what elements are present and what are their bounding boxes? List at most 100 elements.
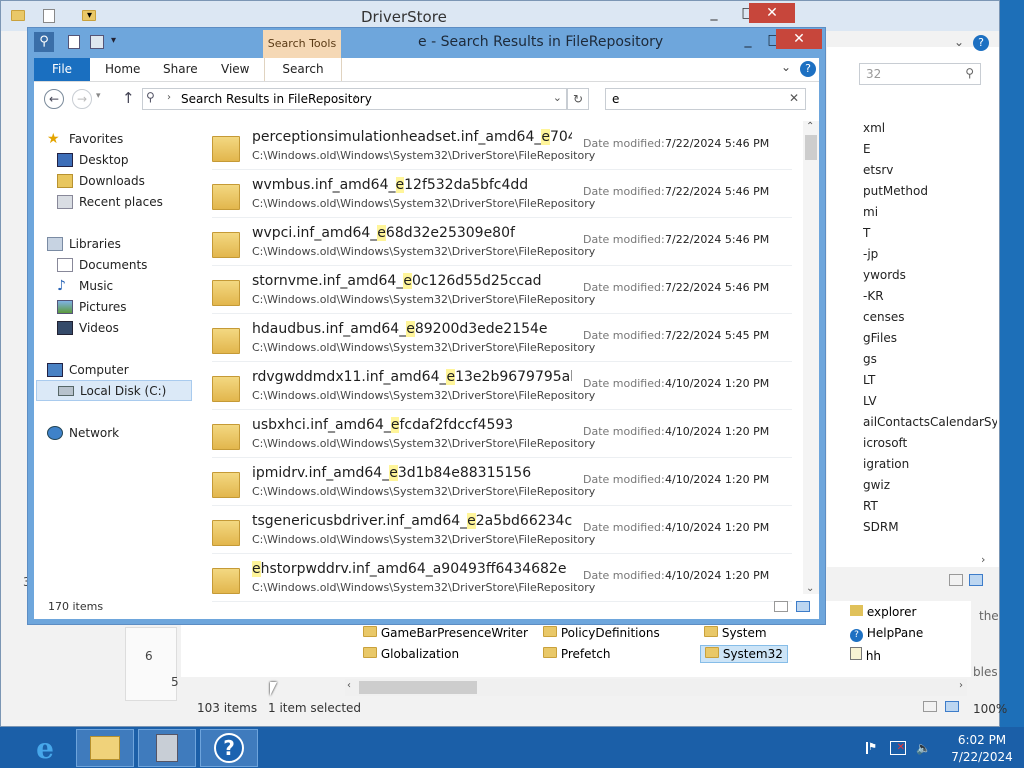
large-icons-view-icon[interactable] xyxy=(945,701,959,712)
tab-file[interactable]: File xyxy=(34,58,90,81)
scroll-left-icon[interactable]: ‹ xyxy=(347,680,351,691)
back-list-item[interactable]: ? HelpPane xyxy=(850,626,923,642)
chevron-down-icon[interactable]: ▾ xyxy=(111,35,116,46)
nav-local-disk[interactable]: Local Disk (C:) xyxy=(36,380,192,401)
back-right-item[interactable]: xml xyxy=(863,121,997,135)
scroll-up-icon[interactable]: ⌃ xyxy=(806,121,814,132)
new-folder-icon[interactable] xyxy=(90,35,104,49)
back-button[interactable]: ← xyxy=(44,89,64,109)
back-right-item[interactable]: ailContactsCalendarSync xyxy=(863,415,997,429)
address-bar[interactable]: ⚲ › Search Results in FileRepository › ⌄ xyxy=(142,88,567,110)
details-view-icon[interactable] xyxy=(774,601,788,612)
back-right-item[interactable]: gs xyxy=(863,352,997,366)
result-row[interactable]: hdaudbus.inf_amd64_e89200d3ede2154e C:\Wi… xyxy=(212,316,792,362)
back-right-item[interactable]: igration xyxy=(863,457,997,471)
back-right-item[interactable]: gwiz xyxy=(863,478,997,492)
tab-search[interactable]: Search xyxy=(264,58,342,81)
large-icons-view-icon[interactable] xyxy=(969,574,983,586)
clock-date[interactable]: 7/22/2024 xyxy=(944,750,1020,764)
breadcrumb[interactable]: Search Results in FileRepository xyxy=(181,92,372,106)
details-view-icon[interactable] xyxy=(949,574,963,586)
forward-button[interactable]: → xyxy=(72,89,92,109)
back-list-item[interactable]: Prefetch xyxy=(543,647,610,661)
scroll-thumb[interactable] xyxy=(805,135,817,160)
nav-favorites[interactable]: ★ Favorites xyxy=(47,128,123,149)
back-right-item[interactable]: LT xyxy=(863,373,997,387)
back-right-item[interactable]: -KR xyxy=(863,289,997,303)
chevron-down-icon[interactable]: ▾ xyxy=(87,10,92,21)
scroll-down-icon[interactable]: ⌄ xyxy=(806,583,814,594)
back-list-item[interactable]: hh xyxy=(850,647,881,663)
back-right-item[interactable]: LV xyxy=(863,394,997,408)
help-icon[interactable]: ? xyxy=(973,35,989,51)
nav-downloads[interactable]: Downloads xyxy=(57,170,145,191)
taskbar-ie-button[interactable]: e xyxy=(16,729,74,767)
vertical-scrollbar[interactable]: ⌃ ⌄ xyxy=(803,121,819,594)
nav-documents[interactable]: Documents xyxy=(57,254,147,275)
back-list-item[interactable]: GameBarPresenceWriter xyxy=(363,626,528,640)
tab-home[interactable]: Home xyxy=(105,58,140,81)
chevron-down-icon[interactable]: ⌄ xyxy=(954,35,964,49)
details-view-icon[interactable] xyxy=(923,701,937,712)
result-row[interactable]: rdvgwddmdx11.inf_amd64_e13e2b9679795ab8 C… xyxy=(212,364,792,410)
taskbar-explorer-button[interactable] xyxy=(76,729,134,767)
back-list-item[interactable]: Globalization xyxy=(363,647,459,661)
up-button[interactable]: ↑ xyxy=(122,89,135,107)
nav-pictures[interactable]: Pictures xyxy=(57,296,127,317)
result-row[interactable]: perceptionsimulationheadset.inf_amd64_e7… xyxy=(212,124,792,170)
back-right-item[interactable]: gFiles xyxy=(863,331,997,345)
back-right-item[interactable]: E xyxy=(863,142,997,156)
properties-icon[interactable] xyxy=(68,35,80,49)
taskbar-help-button[interactable]: ? xyxy=(200,729,258,767)
back-right-item[interactable]: mi xyxy=(863,205,997,219)
back-right-item[interactable]: T xyxy=(863,226,997,240)
nav-network[interactable]: Network xyxy=(47,422,119,443)
back-right-item[interactable]: RT xyxy=(863,499,997,513)
nav-music[interactable]: ♪ Music xyxy=(57,275,113,296)
large-icons-view-icon[interactable] xyxy=(796,601,810,612)
result-row[interactable]: wvpci.inf_amd64_e68d32e25309e80f C:\Windo… xyxy=(212,220,792,266)
result-row[interactable]: wvmbus.inf_amd64_e12f532da5bfc4dd C:\Wind… xyxy=(212,172,792,218)
back-right-item[interactable]: censes xyxy=(863,310,997,324)
scroll-thumb[interactable] xyxy=(359,681,477,694)
scroll-right-icon[interactable]: › xyxy=(959,680,963,691)
network-status-icon[interactable]: ✕ xyxy=(890,741,906,755)
back-right-item[interactable]: etsrv xyxy=(863,163,997,177)
result-row[interactable]: ipmidrv.inf_amd64_e3d1b84e88315156 C:\Win… xyxy=(212,460,792,506)
minimize-button[interactable]: _ xyxy=(735,30,761,50)
back-search-box[interactable]: 32 ⚲ xyxy=(859,63,981,85)
back-right-item[interactable]: ywords xyxy=(863,268,997,282)
clear-search-icon[interactable]: ✕ xyxy=(789,91,799,105)
back-hscrollbar[interactable]: ‹ › xyxy=(345,679,967,696)
nav-libraries[interactable]: Libraries xyxy=(47,233,121,254)
result-row[interactable]: tsgenericusbdriver.inf_amd64_e2a5bd66234… xyxy=(212,508,792,554)
back-list-item[interactable]: explorer xyxy=(850,605,916,619)
nav-videos[interactable]: Videos xyxy=(57,317,119,338)
nav-desktop[interactable]: Desktop xyxy=(57,149,129,170)
address-dropdown-icon[interactable]: ⌄ xyxy=(553,91,562,104)
flag-icon[interactable]: ⚑ xyxy=(866,742,878,754)
result-row[interactable]: usbxhci.inf_amd64_efcdaf2fdccf4593 C:\Win… xyxy=(212,412,792,458)
result-row[interactable]: stornvme.inf_amd64_e0c126d55d25ccad C:\Wi… xyxy=(212,268,792,314)
clock-time[interactable]: 6:02 PM xyxy=(952,733,1012,747)
back-right-item[interactable]: -jp xyxy=(863,247,997,261)
result-row[interactable]: ehstorpwddrv.inf_amd64_a90493ff6434682e C… xyxy=(212,556,792,602)
back-list-item[interactable]: PolicyDefinitions xyxy=(543,626,660,640)
close-button[interactable]: ✕ xyxy=(776,29,822,49)
tab-share[interactable]: Share xyxy=(163,58,198,81)
tab-view[interactable]: View xyxy=(221,58,249,81)
properties-icon[interactable] xyxy=(43,9,55,23)
chevron-right-icon[interactable]: › xyxy=(981,553,985,566)
chevron-down-icon[interactable]: ⌄ xyxy=(781,60,791,74)
back-right-item[interactable]: icrosoft xyxy=(863,436,997,450)
breadcrumb-chevron-icon[interactable]: › xyxy=(354,92,358,103)
search-input[interactable]: e ✕ xyxy=(605,88,806,110)
refresh-button[interactable]: ↻ xyxy=(567,88,589,110)
recent-locations-icon[interactable]: ▾ xyxy=(96,91,101,101)
close-button[interactable]: ✕ xyxy=(749,3,795,23)
taskbar-setup-button[interactable] xyxy=(138,729,196,767)
back-right-item[interactable]: SDRM xyxy=(863,520,997,534)
help-icon[interactable]: ? xyxy=(800,61,816,77)
back-right-item[interactable]: putMethod xyxy=(863,184,997,198)
volume-icon[interactable]: 🔈 xyxy=(916,741,932,755)
